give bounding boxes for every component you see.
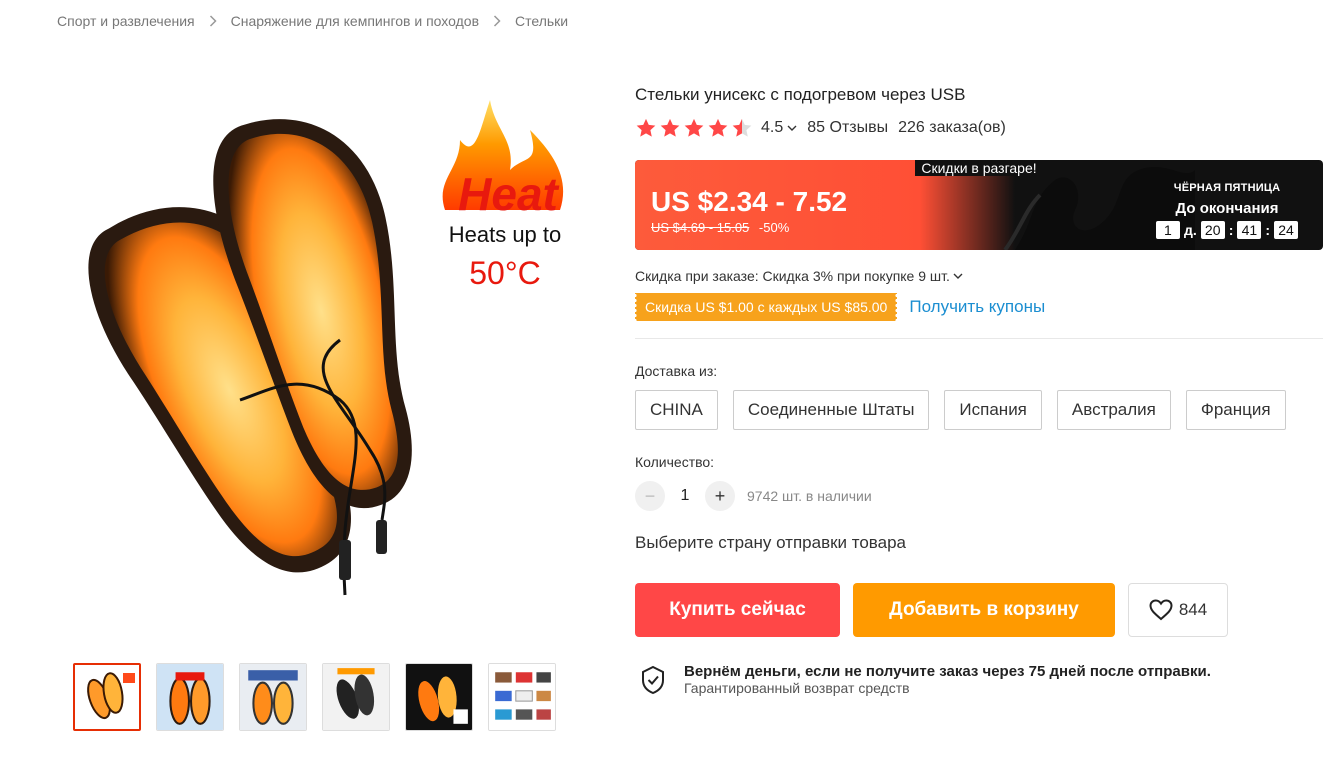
old-price: US $4.69 - 15.05	[651, 220, 750, 235]
current-price: US $2.34 - 7.52	[651, 186, 848, 217]
select-ship-country-text: Выберите страну отправки товара	[635, 533, 907, 552]
promo-banner: Скидки в разгаре! US $2.34 - 7.52 US $4.…	[635, 160, 1323, 250]
timer-seconds: 24	[1274, 221, 1299, 239]
shield-check-icon	[642, 665, 664, 694]
star-rating	[635, 117, 753, 139]
quantity-decrease-button[interactable]: −	[635, 481, 665, 511]
thumbnail-5[interactable]	[405, 663, 473, 731]
promo-banner-title: Скидки в разгаре!	[635, 160, 1323, 177]
image-temperature-text: 50°C	[469, 255, 541, 291]
black-friday-block: ЧЁРНАЯ ПЯТНИЦА До окончания 1 д. 20 : 41…	[1147, 182, 1307, 239]
wishlist-count: 844	[1178, 600, 1208, 619]
add-to-cart-button[interactable]: Добавить в корзину	[853, 583, 1115, 637]
coupon-badge[interactable]: Скидка US $1.00 с каждых US $85.00	[632, 293, 900, 321]
image-heat-text: Heat	[458, 168, 559, 220]
thumbnail-strip	[73, 663, 556, 731]
get-coupons-link[interactable]: Получить купоны	[909, 297, 1045, 317]
quantity-stepper: − 1 + 9742 шт. в наличии	[635, 481, 872, 511]
star-icon	[708, 118, 728, 137]
thumbnail-3[interactable]	[239, 663, 307, 731]
product-main-image[interactable]: Heat Heats up to 50°C	[40, 70, 600, 640]
image-heats-up-text: Heats up to	[449, 222, 562, 247]
chevron-right-icon	[493, 15, 501, 27]
timer-days: 1	[1155, 221, 1180, 239]
timer-minutes: 41	[1237, 221, 1262, 239]
old-price-row: US $4.69 - 15.05 -50%	[651, 220, 789, 235]
quantity-increase-button[interactable]: +	[705, 481, 735, 511]
thumbnail-2[interactable]	[156, 663, 224, 731]
breadcrumb-item-insoles[interactable]: Стельки	[515, 13, 568, 29]
quantity-value[interactable]: 1	[665, 487, 705, 505]
star-icon	[660, 118, 680, 137]
ship-from-france[interactable]: Франция	[1185, 390, 1286, 430]
star-icon	[684, 118, 704, 137]
heart-icon	[1149, 599, 1173, 621]
timer-hours: 20	[1200, 221, 1225, 239]
rating-row: 4.5 85 Отзывы 226 заказа(ов)	[635, 117, 1006, 139]
timer-days-unit: д.	[1183, 222, 1197, 238]
reviews-link[interactable]: 85 Отзывы	[807, 119, 888, 137]
until-end-label: До окончания	[1175, 200, 1279, 217]
star-icon	[636, 118, 656, 137]
half-star-icon	[732, 118, 752, 137]
product-title: Стельки унисекс с подогревом через USB	[635, 85, 966, 104]
orders-count: 226 заказа(ов)	[898, 119, 1006, 136]
rating-value: 4.5	[761, 119, 784, 136]
coupon-row: Скидка US $1.00 с каждых US $85.00 Получ…	[632, 293, 1045, 321]
event-title: ЧЁРНАЯ ПЯТНИЦА	[1173, 182, 1281, 194]
breadcrumb: Спорт и развлечения Снаряжение для кемпи…	[57, 13, 568, 29]
discount-percent: -50%	[758, 220, 790, 235]
countdown-timer: 1 д. 20 : 41 : 24	[1147, 221, 1307, 239]
breadcrumb-item-camping[interactable]: Снаряжение для кемпингов и походов	[231, 13, 479, 29]
stock-info: 9742 шт. в наличии	[747, 488, 872, 504]
quantity-label: Количество:	[635, 454, 715, 470]
buy-now-button[interactable]: Купить сейчас	[635, 583, 840, 637]
guarantee-title: Вернём деньги, если не получите заказ че…	[684, 663, 1211, 680]
order-discount-text: Скидка при заказе: Скидка 3% при покупке…	[635, 268, 950, 284]
breadcrumb-item-sport[interactable]: Спорт и развлечения	[57, 13, 195, 29]
ship-from-label: Доставка из:	[635, 363, 718, 379]
divider	[635, 338, 1323, 339]
buyer-protection: Вернём деньги, если не получите заказ че…	[640, 663, 1211, 696]
ship-from-usa[interactable]: Соединенные Штаты	[732, 390, 930, 430]
ship-from-china[interactable]: CHINA	[635, 390, 718, 430]
chevron-right-icon	[209, 15, 217, 27]
guarantee-subtitle: Гарантированный возврат средств	[684, 680, 910, 696]
ship-from-australia[interactable]: Австралия	[1056, 390, 1171, 430]
thumbnail-4[interactable]	[322, 663, 390, 731]
action-buttons: Купить сейчас Добавить в корзину 844	[635, 583, 1228, 637]
order-discount-info[interactable]: Скидка при заказе: Скидка 3% при покупке…	[635, 268, 963, 284]
wishlist-button[interactable]: 844	[1128, 583, 1228, 637]
chevron-down-icon[interactable]	[953, 272, 963, 280]
thumbnail-6[interactable]	[488, 663, 556, 731]
ship-from-options: CHINA Соединенные Штаты Испания Австрали…	[635, 390, 1286, 430]
ship-from-spain[interactable]: Испания	[944, 390, 1042, 430]
thumbnail-1[interactable]	[73, 663, 141, 731]
chevron-down-icon[interactable]	[787, 124, 797, 132]
